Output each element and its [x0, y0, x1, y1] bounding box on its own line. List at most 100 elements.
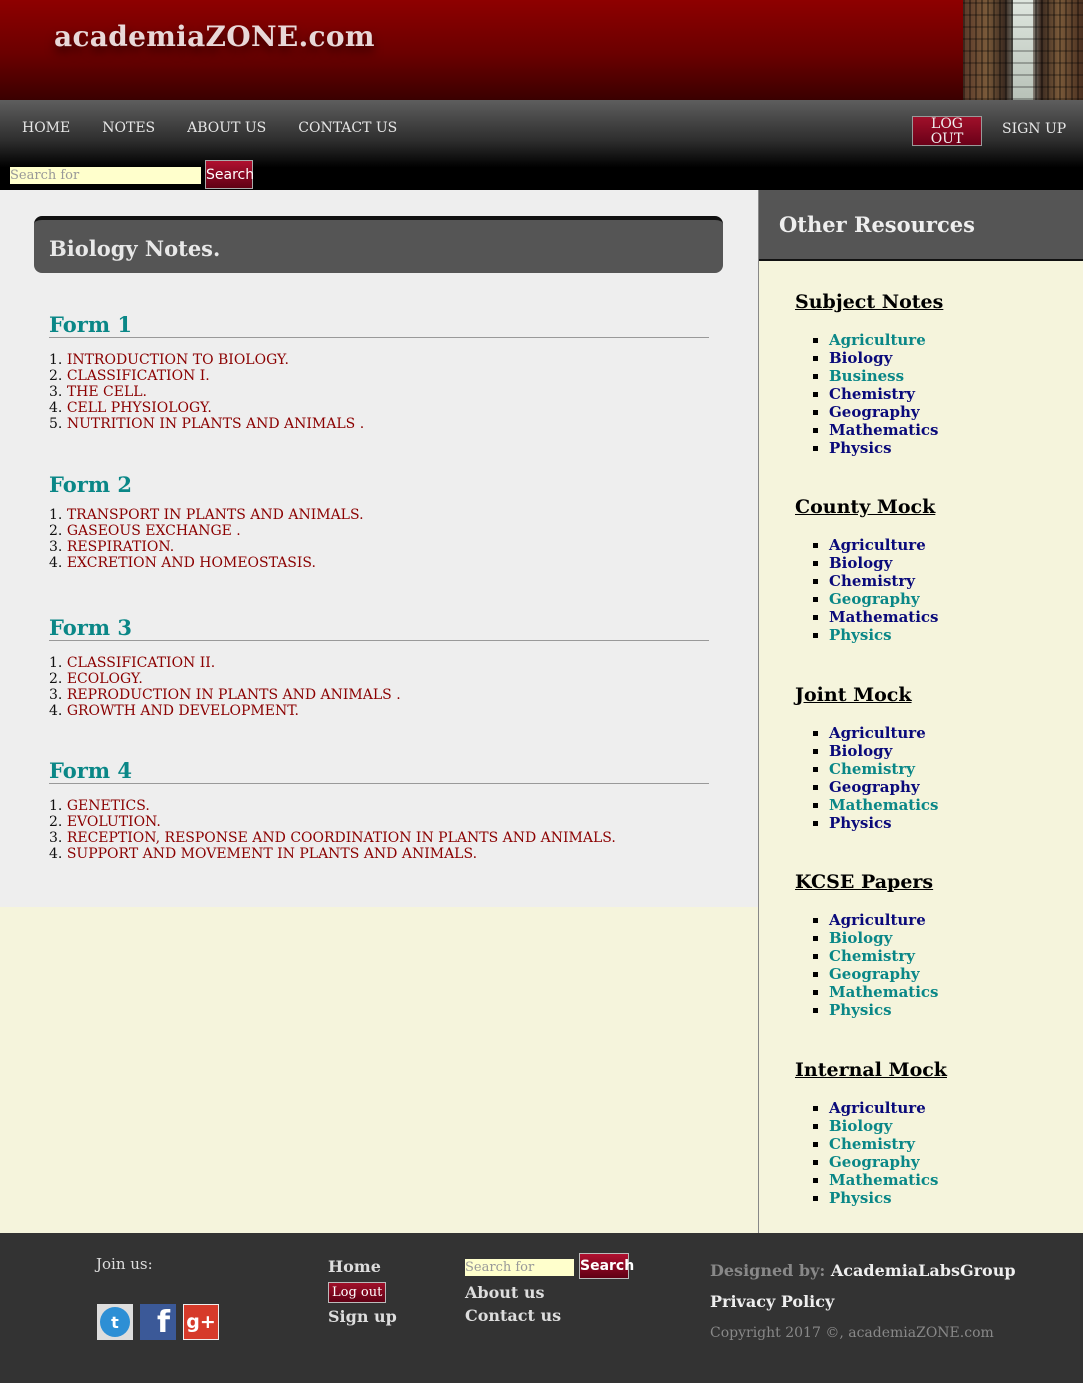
resource-link-biology[interactable]: Biology	[829, 554, 892, 572]
list-item: 4. CELL PHYSIOLOGY.	[49, 400, 212, 416]
list-item: Mathematics	[829, 983, 939, 1001]
nav-about-us[interactable]: ABOUT US	[187, 120, 266, 136]
topic-link[interactable]: THE CELL.	[67, 384, 147, 400]
topic-link[interactable]: CLASSIFICATION I.	[67, 368, 210, 384]
list-item: Chemistry	[829, 760, 939, 778]
resource-link-biology[interactable]: Biology	[829, 742, 892, 760]
list-item: Geography	[829, 778, 939, 796]
resource-link-agriculture[interactable]: Agriculture	[829, 724, 926, 742]
resource-link-physics[interactable]: Physics	[829, 1001, 892, 1019]
topic-link[interactable]: INTRODUCTION TO BIOLOGY.	[67, 352, 289, 368]
twitter-icon[interactable]: t	[97, 1304, 133, 1340]
resource-heading[interactable]: Internal Mock	[795, 1059, 947, 1081]
resource-heading[interactable]: Subject Notes	[795, 291, 943, 313]
resource-link-chemistry[interactable]: Chemistry	[829, 572, 915, 590]
resource-heading[interactable]: KCSE Papers	[795, 871, 939, 893]
header-banner: academiaZONE.com	[0, 0, 1083, 100]
resource-link-physics[interactable]: Physics	[829, 626, 892, 644]
signup-link[interactable]: SIGN UP	[1002, 121, 1066, 137]
resource-link-physics[interactable]: Physics	[829, 1189, 892, 1207]
list-item: Chemistry	[829, 947, 939, 965]
privacy-policy-link[interactable]: Privacy Policy	[710, 1292, 1016, 1311]
nav-home[interactable]: HOME	[22, 120, 70, 136]
topic-link[interactable]: EXCRETION AND HOMEOSTASIS.	[67, 555, 316, 571]
list-item: 3. REPRODUCTION IN PLANTS AND ANIMALS .	[49, 687, 401, 703]
resource-link-chemistry[interactable]: Chemistry	[829, 760, 915, 778]
resource-link-physics[interactable]: Physics	[829, 439, 892, 457]
designer-name[interactable]: AcademiaLabsGroup	[831, 1261, 1016, 1280]
page-title-box: Biology Notes.	[34, 216, 723, 273]
footer: Join us: t f g+ Home Log out Sign up Sea…	[0, 1233, 1083, 1383]
resource-link-chemistry[interactable]: Chemistry	[829, 385, 915, 403]
list-item: 2. CLASSIFICATION I.	[49, 368, 210, 384]
topic-link[interactable]: GASEOUS EXCHANGE .	[67, 523, 241, 539]
resource-link-chemistry[interactable]: Chemistry	[829, 947, 915, 965]
list-item: 1. TRANSPORT IN PLANTS AND ANIMALS.	[49, 507, 364, 523]
resource-link-geography[interactable]: Geography	[829, 1153, 920, 1171]
list-item: Chemistry	[829, 385, 943, 403]
google-plus-icon[interactable]: g+	[183, 1304, 219, 1340]
topic-link[interactable]: ECOLOGY.	[67, 671, 143, 687]
topic-link[interactable]: CLASSIFICATION II.	[67, 655, 215, 671]
resource-group-joint-mock: Joint Mock AgricultureBiologyChemistryGe…	[795, 684, 939, 832]
list-item: Agriculture	[829, 331, 943, 349]
topic-link[interactable]: RESPIRATION.	[67, 539, 174, 555]
form-title: Form 2	[49, 472, 132, 497]
topic-link[interactable]: CELL PHYSIOLOGY.	[67, 400, 212, 416]
footer-search-button[interactable]: Search	[579, 1253, 634, 1279]
nav-contact-us[interactable]: CONTACT US	[298, 120, 397, 136]
resource-link-biology[interactable]: Biology	[829, 929, 892, 947]
resource-heading[interactable]: County Mock	[795, 496, 939, 518]
topic-link[interactable]: NUTRITION IN PLANTS AND ANIMALS .	[67, 416, 364, 432]
footer-col-credits: Designed by: AcademiaLabsGroup Privacy P…	[710, 1261, 1016, 1341]
topic-link[interactable]: GROWTH AND DEVELOPMENT.	[67, 703, 299, 719]
footer-signup-link[interactable]: Sign up	[328, 1307, 397, 1326]
resource-link-mathematics[interactable]: Mathematics	[829, 1171, 939, 1189]
footer-search-input[interactable]	[465, 1259, 574, 1276]
resource-link-geography[interactable]: Geography	[829, 590, 920, 608]
form-3-section: Form 3 1. CLASSIFICATION II. 2. ECOLOGY.…	[49, 615, 709, 719]
resource-link-business[interactable]: Business	[829, 367, 904, 385]
resource-link-physics[interactable]: Physics	[829, 814, 892, 832]
resource-link-mathematics[interactable]: Mathematics	[829, 421, 939, 439]
list-item: Business	[829, 367, 943, 385]
resource-link-agriculture[interactable]: Agriculture	[829, 331, 926, 349]
resource-link-agriculture[interactable]: Agriculture	[829, 1099, 926, 1117]
resource-link-biology[interactable]: Biology	[829, 1117, 892, 1135]
resource-link-mathematics[interactable]: Mathematics	[829, 983, 939, 1001]
resource-heading[interactable]: Joint Mock	[795, 684, 939, 706]
topic-link[interactable]: EVOLUTION.	[67, 814, 161, 830]
form-2-section: Form 2 1. TRANSPORT IN PLANTS AND ANIMAL…	[49, 472, 709, 571]
topic-link[interactable]: REPRODUCTION IN PLANTS AND ANIMALS .	[67, 687, 401, 703]
list-item: Mathematics	[829, 796, 939, 814]
resource-link-mathematics[interactable]: Mathematics	[829, 608, 939, 626]
resource-link-geography[interactable]: Geography	[829, 965, 920, 983]
site-title[interactable]: academiaZONE.com	[54, 20, 375, 53]
form-4-section: Form 4 1. GENETICS. 2. EVOLUTION. 3. REC…	[49, 758, 709, 862]
footer-home-link[interactable]: Home	[328, 1257, 397, 1276]
nav-notes[interactable]: NOTES	[102, 120, 155, 136]
resource-link-agriculture[interactable]: Agriculture	[829, 911, 926, 929]
resource-link-mathematics[interactable]: Mathematics	[829, 796, 939, 814]
resource-group-internal-mock: Internal Mock AgricultureBiologyChemistr…	[795, 1059, 947, 1207]
resource-group-kcse-papers: KCSE Papers AgricultureBiologyChemistryG…	[795, 871, 939, 1019]
topic-link[interactable]: GENETICS.	[67, 798, 150, 814]
search-button[interactable]: Search	[205, 160, 254, 189]
resource-link-geography[interactable]: Geography	[829, 778, 920, 796]
list-item: Agriculture	[829, 911, 939, 929]
resource-link-geography[interactable]: Geography	[829, 403, 920, 421]
facebook-icon[interactable]: f	[140, 1304, 176, 1340]
footer-about-link[interactable]: About us	[465, 1281, 574, 1304]
list-item: Biology	[829, 349, 943, 367]
footer-contact-link[interactable]: Contact us	[465, 1304, 574, 1327]
search-input[interactable]	[10, 167, 201, 184]
resource-link-biology[interactable]: Biology	[829, 349, 892, 367]
logout-button[interactable]: LOG OUT	[912, 116, 982, 147]
footer-logout-button[interactable]: Log out	[328, 1282, 387, 1303]
topic-link[interactable]: TRANSPORT IN PLANTS AND ANIMALS.	[67, 507, 364, 523]
topic-list: 1. CLASSIFICATION II. 2. ECOLOGY. 3. REP…	[49, 655, 709, 719]
topic-link[interactable]: SUPPORT AND MOVEMENT IN PLANTS AND ANIMA…	[67, 846, 477, 862]
resource-link-chemistry[interactable]: Chemistry	[829, 1135, 915, 1153]
topic-link[interactable]: RECEPTION, RESPONSE AND COORDINATION IN …	[67, 830, 616, 846]
resource-link-agriculture[interactable]: Agriculture	[829, 536, 926, 554]
